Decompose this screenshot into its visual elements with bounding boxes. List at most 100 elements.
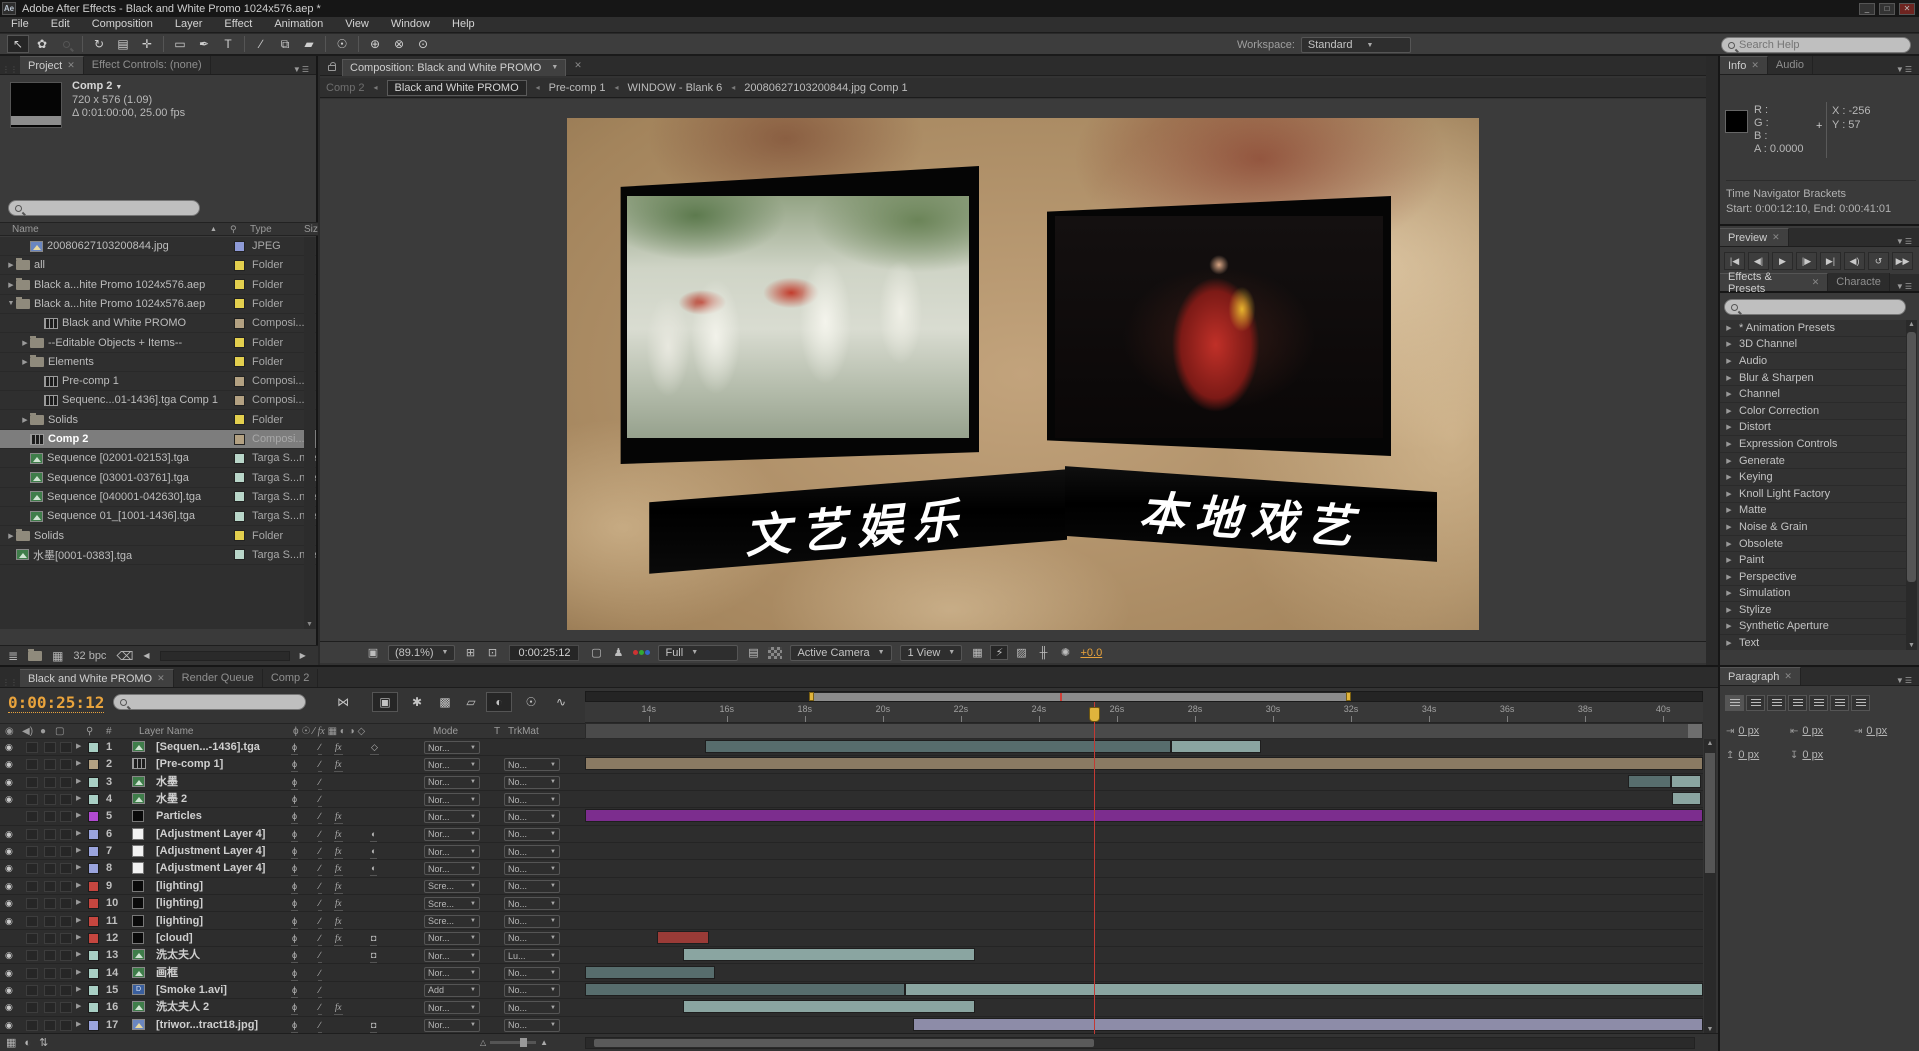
- work-area-bar[interactable]: [585, 723, 1703, 739]
- layer-name[interactable]: [Adjustment Layer 4]: [156, 826, 265, 842]
- switch-box[interactable]: [26, 968, 38, 979]
- label-swatch[interactable]: [234, 491, 245, 502]
- solo-column-icon[interactable]: ●: [40, 726, 46, 737]
- time-navigator-range[interactable]: [811, 693, 1349, 701]
- switch-box[interactable]: [44, 846, 56, 857]
- mode-dropdown[interactable]: Nor...▼: [424, 967, 480, 980]
- twirl-icon[interactable]: ▶: [1724, 440, 1734, 448]
- layer-row[interactable]: ◉▶10[lighting]ϕ∕fxScre...▼No...▼: [0, 895, 1703, 912]
- layer-row[interactable]: ◉▶11[lighting]ϕ∕fxScre...▼No...▼: [0, 913, 1703, 930]
- twirl-icon[interactable]: ▶: [76, 826, 81, 842]
- trkmat-dropdown[interactable]: No...▼: [504, 984, 560, 997]
- anchor-switch-icon[interactable]: ϕ: [291, 1017, 298, 1033]
- layer-label-swatch[interactable]: [88, 985, 99, 996]
- hand-tool-icon[interactable]: ✿: [31, 35, 53, 53]
- menu-edit[interactable]: Edit: [40, 17, 81, 32]
- switch-box[interactable]: [26, 846, 38, 857]
- justify-button-4[interactable]: [1809, 695, 1828, 711]
- mode-dropdown[interactable]: Nor...▼: [424, 1019, 480, 1032]
- quality-switch-icon[interactable]: ∕: [318, 791, 322, 807]
- anchor-switch-icon[interactable]: ϕ: [291, 947, 298, 963]
- switch-box[interactable]: [26, 950, 38, 961]
- play-button[interactable]: ▶: [1772, 252, 1793, 270]
- layer-label-swatch[interactable]: [88, 916, 99, 927]
- effects-category[interactable]: ▶Distort: [1720, 420, 1908, 437]
- eye-icon[interactable]: ◉: [5, 999, 13, 1015]
- transparency-grid-icon[interactable]: [768, 647, 782, 659]
- layer-name[interactable]: [lighting]: [156, 895, 203, 911]
- project-item[interactable]: ▶SolidsFolder: [0, 411, 316, 430]
- layer-row[interactable]: ◉▶14画框ϕ∕Nor...▼No...▼: [0, 965, 1703, 982]
- region-of-interest-icon[interactable]: ⊡: [483, 646, 501, 659]
- layer-row[interactable]: ◉▶6[Adjustment Layer 4]ϕ∕fx◐Nor...▼No...…: [0, 826, 1703, 843]
- twirl-icon[interactable]: ▶: [6, 261, 16, 269]
- paragraph-field-value[interactable]: 0 px: [1802, 749, 1823, 761]
- menu-help[interactable]: Help: [441, 17, 486, 32]
- composition-canvas[interactable]: 文艺娱乐 本地戏艺: [567, 118, 1479, 630]
- switch-box[interactable]: [26, 985, 38, 996]
- mask-switch-icon[interactable]: ◘: [370, 1017, 377, 1033]
- playhead-handle[interactable]: [1089, 707, 1100, 722]
- menu-animation[interactable]: Animation: [263, 17, 334, 32]
- layer-name[interactable]: [triwor...tract18.jpg]: [156, 1017, 258, 1033]
- layer-name[interactable]: [Adjustment Layer 4]: [156, 843, 265, 859]
- twirl-icon[interactable]: ▶: [1724, 423, 1734, 431]
- flowchart-icon[interactable]: ╫: [1034, 647, 1052, 659]
- switch-box[interactable]: [60, 1002, 72, 1013]
- project-item[interactable]: ▶Black a...hite Promo 1024x576.aepFolder: [0, 276, 316, 295]
- layer-duration-bar[interactable]: [683, 1000, 975, 1013]
- lock-column-icon[interactable]: ▢: [55, 726, 64, 737]
- project-item[interactable]: 水墨[0001-0383].tgaTarga S...nce: [0, 546, 316, 565]
- frame-blending-icon[interactable]: ▩: [432, 692, 458, 712]
- trkmat-dropdown[interactable]: No...▼: [504, 915, 560, 928]
- switch-box[interactable]: [60, 933, 72, 944]
- eye-icon[interactable]: ◉: [5, 826, 13, 842]
- effects-category[interactable]: ▶Blur & Sharpen: [1720, 370, 1908, 387]
- effects-category[interactable]: ▶Keying: [1720, 469, 1908, 486]
- quality-switch-icon[interactable]: ∕: [318, 1017, 322, 1033]
- close-icon[interactable]: ✕: [1812, 277, 1820, 288]
- expand-transfer-controls-icon[interactable]: ◐: [24, 1037, 31, 1049]
- switch-box[interactable]: [60, 846, 72, 857]
- layer-duration-bar[interactable]: [657, 931, 710, 944]
- twirl-icon[interactable]: ▶: [76, 930, 81, 946]
- trkmat-dropdown[interactable]: Lu...▼: [504, 949, 560, 962]
- fx-switch-icon[interactable]: fx: [334, 756, 343, 772]
- eye-icon[interactable]: ◉: [5, 982, 13, 998]
- quality-switch-icon[interactable]: ∕: [318, 826, 322, 842]
- tab-info[interactable]: Info ✕: [1720, 56, 1768, 74]
- exposure-pinwheel-icon[interactable]: ✺: [1056, 646, 1074, 659]
- eye-icon[interactable]: ◉: [5, 843, 13, 859]
- anchor-switch-icon[interactable]: ϕ: [291, 965, 298, 981]
- camera-dropdown[interactable]: Active Camera ▼: [790, 645, 892, 661]
- trkmat-dropdown[interactable]: No...▼: [504, 793, 560, 806]
- motion-blur-icon[interactable]: ▱: [458, 692, 484, 712]
- switch-box[interactable]: [44, 933, 56, 944]
- project-item[interactable]: ▶--Editable Objects + Items--Folder: [0, 334, 316, 353]
- hide-shy-layers-icon[interactable]: ✱: [404, 692, 430, 712]
- fx-switch-icon[interactable]: fx: [334, 843, 343, 859]
- eye-icon[interactable]: ◉: [5, 860, 13, 876]
- mode-dropdown[interactable]: Nor...▼: [424, 758, 480, 771]
- twirl-icon[interactable]: ▶: [76, 739, 81, 755]
- layer-label-swatch[interactable]: [88, 898, 99, 909]
- zoom-out-icon[interactable]: △: [480, 1038, 486, 1047]
- twirl-icon[interactable]: ▶: [1724, 374, 1734, 382]
- switch-box[interactable]: [60, 881, 72, 892]
- justify-button-6[interactable]: [1851, 695, 1870, 711]
- eye-icon[interactable]: ◉: [5, 913, 13, 929]
- project-item[interactable]: Black and White PROMOComposi...n: [0, 314, 316, 333]
- twirl-icon[interactable]: ▶: [76, 860, 81, 876]
- search-help-input[interactable]: [1739, 39, 1904, 51]
- label-swatch[interactable]: [234, 530, 245, 541]
- workspace-dropdown[interactable]: Standard ▼: [1301, 37, 1411, 53]
- twirl-icon[interactable]: ▶: [76, 913, 81, 929]
- twirl-icon[interactable]: ▼: [6, 300, 16, 307]
- layer-row[interactable]: ◉▶9[lighting]ϕ∕fxScre...▼No...▼: [0, 878, 1703, 895]
- layer-label-swatch[interactable]: [88, 1020, 99, 1031]
- anchor-switch-icon[interactable]: ϕ: [291, 774, 298, 790]
- search-help-box[interactable]: [1721, 37, 1911, 53]
- switch-box[interactable]: [26, 794, 38, 805]
- tab-preview[interactable]: Preview ✕: [1720, 228, 1789, 246]
- switch-box[interactable]: [60, 794, 72, 805]
